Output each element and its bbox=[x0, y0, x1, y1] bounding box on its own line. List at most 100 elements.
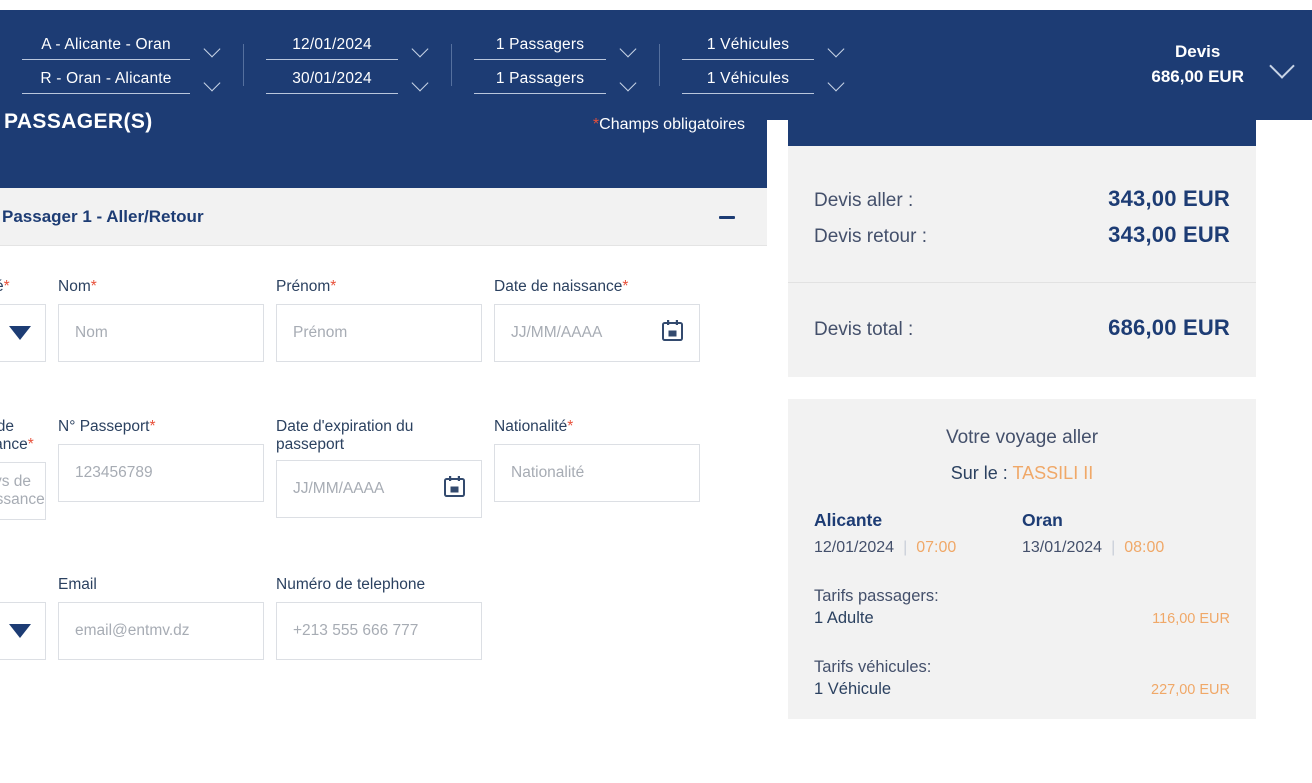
field-label: Prénom* bbox=[276, 278, 337, 295]
price-label: Devis retour : bbox=[814, 226, 927, 247]
no-passeport-placeholder: 123456789 bbox=[75, 464, 153, 481]
passenger-form-body: Civilité* Nom* Nom Prénom* Prénom bbox=[0, 246, 767, 660]
price-label: Devis aller : bbox=[814, 190, 914, 211]
chevron-down-icon[interactable] bbox=[412, 77, 430, 88]
separator-bar: | bbox=[1111, 539, 1116, 556]
caret-down-icon[interactable] bbox=[9, 623, 31, 638]
trip-outbound-field[interactable]: A - Alicante - Oran bbox=[22, 36, 190, 60]
price-line: Devis retour : 343,00 EUR bbox=[814, 222, 1230, 248]
nom-input[interactable]: Nom bbox=[58, 304, 264, 362]
trip-departure: Alicante 12/01/2024 | 07:00 bbox=[814, 510, 1022, 557]
indicatif-select[interactable] bbox=[0, 601, 46, 660]
trip-inbound-row[interactable]: R - Oran - Alicante bbox=[22, 70, 222, 94]
collapse-section-icon[interactable] bbox=[719, 209, 735, 225]
price-value: 343,00 EUR bbox=[1108, 186, 1230, 211]
chevron-down-icon[interactable] bbox=[1270, 57, 1296, 73]
departure-date-row[interactable]: 12/01/2024 bbox=[266, 36, 430, 60]
trip-inbound-field[interactable]: R - Oran - Alicante bbox=[22, 70, 190, 94]
chevron-down-icon[interactable] bbox=[620, 43, 638, 54]
trip-endpoints: Alicante 12/01/2024 | 07:00 Oran 13/01/2… bbox=[814, 510, 1230, 557]
tariff-name: 1 Véhicule bbox=[814, 680, 892, 698]
vehicles-outbound-field[interactable]: 1 Véhicules bbox=[682, 36, 814, 60]
field-label: Nom* bbox=[58, 278, 97, 295]
form-row: Pays de naissance* Pays de naissance N° … bbox=[0, 362, 767, 520]
calendar-icon[interactable] bbox=[444, 475, 465, 502]
total-label: Devis total : bbox=[814, 319, 914, 340]
email-input[interactable]: email@entmv.dz bbox=[58, 601, 264, 660]
departure-date-field[interactable]: 12/01/2024 bbox=[266, 36, 398, 60]
field-indicatif bbox=[0, 576, 58, 660]
required-note-text: Champs obligatoires bbox=[599, 116, 745, 133]
field-label: Email bbox=[58, 575, 97, 593]
date-selector-group: 12/01/2024 30/01/2024 bbox=[244, 36, 452, 94]
civilite-select[interactable] bbox=[0, 304, 46, 362]
required-fields-note: *Champs obligatoires bbox=[593, 116, 745, 134]
passenger-section-header[interactable]: Passager 1 - Aller/Retour bbox=[0, 188, 767, 246]
passengers-outbound-row[interactable]: 1 Passagers bbox=[474, 36, 638, 60]
numero-de-telephone-placeholder: +213 555 666 777 bbox=[293, 621, 419, 639]
calendar-icon[interactable] bbox=[662, 320, 683, 347]
field-numero-de-telephone: Numéro de telephone +213 555 666 777 bbox=[276, 576, 494, 660]
trip-outbound-row[interactable]: A - Alicante - Oran bbox=[22, 36, 222, 60]
tariff-line: 1 Véhicule 227,00 EUR bbox=[814, 680, 1230, 699]
date-expiration-passeport-placeholder: JJ/MM/AAAA bbox=[293, 479, 385, 497]
passengers-inbound-row[interactable]: 1 Passagers bbox=[474, 70, 638, 94]
tariff-price: 116,00 EUR bbox=[1152, 611, 1230, 627]
field-nom: Nom* Nom bbox=[58, 278, 276, 362]
passengers-inbound-field[interactable]: 1 Passagers bbox=[474, 70, 606, 94]
departure-when: 12/01/2024 | 07:00 bbox=[814, 539, 1022, 557]
trip-arrival: Oran 13/01/2024 | 08:00 bbox=[1022, 510, 1230, 557]
outbound-trip-card: Votre voyage aller Sur le : TASSILI II A… bbox=[788, 399, 1256, 719]
field-date-de-naissance: Date de naissance* JJ/MM/AAAA bbox=[494, 278, 712, 362]
passenger-form-panel: Passager 1 - Aller/Retour Civilité* Nom*… bbox=[0, 188, 767, 783]
date-expiration-passeport-input[interactable]: JJ/MM/AAAA bbox=[276, 459, 482, 518]
prenom-input[interactable]: Prénom bbox=[276, 304, 482, 362]
departure-date: 12/01/2024 bbox=[814, 539, 895, 556]
nationalite-placeholder: Nationalité bbox=[511, 464, 585, 481]
field-no-passeport: N° Passeport* 123456789 bbox=[58, 418, 276, 502]
return-date-field[interactable]: 30/01/2024 bbox=[266, 70, 398, 94]
field-civilite: Civilité* bbox=[0, 278, 58, 362]
chevron-down-icon[interactable] bbox=[204, 43, 222, 54]
trip-selector-group: A - Alicante - Oran R - Oran - Alicante bbox=[0, 36, 244, 94]
passengers-banner: PASSAGER(S) *Champs obligatoires bbox=[0, 110, 767, 188]
chevron-down-icon[interactable] bbox=[412, 43, 430, 54]
caret-down-icon[interactable] bbox=[9, 326, 31, 340]
vehicles-inbound-row[interactable]: 1 Véhicules bbox=[682, 70, 846, 94]
date-de-naissance-input[interactable]: JJ/MM/AAAA bbox=[494, 304, 700, 362]
return-date-row[interactable]: 30/01/2024 bbox=[266, 70, 430, 94]
tariff-title: Tarifs véhicules: bbox=[814, 658, 932, 676]
nationalite-input[interactable]: Nationalité bbox=[494, 444, 700, 502]
tariff-line: 1 Adulte 116,00 EUR bbox=[814, 609, 1230, 628]
price-line: Devis total : 686,00 EUR bbox=[814, 315, 1230, 341]
field-label bbox=[0, 576, 46, 594]
pays-de-naissance-input[interactable]: Pays de naissance bbox=[0, 461, 46, 520]
chevron-down-icon[interactable] bbox=[204, 77, 222, 88]
tariff-block-vehicles: Tarifs véhicules: 1 Véhicule 227,00 EUR bbox=[814, 658, 1230, 699]
trip-ship-name: TASSILI II bbox=[1012, 463, 1094, 483]
passengers-outbound-field[interactable]: 1 Passagers bbox=[474, 36, 606, 60]
chevron-down-icon[interactable] bbox=[620, 77, 638, 88]
quote-summary-toggle[interactable]: Devis 686,00 EUR bbox=[1151, 40, 1312, 89]
quote-total-line: Devis total : 686,00 EUR bbox=[788, 283, 1256, 377]
chevron-down-icon[interactable] bbox=[828, 43, 846, 54]
chevron-down-icon[interactable] bbox=[828, 77, 846, 88]
field-label: Numéro de telephone bbox=[276, 575, 426, 593]
total-value: 686,00 EUR bbox=[1108, 315, 1230, 340]
vehicles-outbound-row[interactable]: 1 Véhicules bbox=[682, 36, 846, 60]
quote-price-card: Devis aller : 343,00 EUR Devis retour : … bbox=[788, 146, 1256, 377]
field-label: Date d'expiration du passeport bbox=[276, 418, 414, 453]
vehicles-inbound-field[interactable]: 1 Véhicules bbox=[682, 70, 814, 94]
tariff-name: 1 Adulte bbox=[814, 609, 874, 627]
no-passeport-input[interactable]: 123456789 bbox=[58, 444, 264, 502]
passenger-selector-group: 1 Passagers 1 Passagers bbox=[452, 36, 660, 94]
departure-port: Alicante bbox=[814, 510, 883, 530]
field-label: Date de naissance* bbox=[494, 278, 629, 295]
email-placeholder: email@entmv.dz bbox=[75, 621, 190, 639]
form-row: Email email@entmv.dz Numéro de telephone… bbox=[0, 520, 767, 660]
arrival-when: 13/01/2024 | 08:00 bbox=[1022, 539, 1230, 557]
quote-amount: 686,00 EUR bbox=[1151, 67, 1244, 86]
tariff-title: Tarifs passagers: bbox=[814, 587, 939, 605]
passenger-section-title: Passager 1 - Aller/Retour bbox=[2, 206, 204, 226]
numero-de-telephone-input[interactable]: +213 555 666 777 bbox=[276, 601, 482, 660]
